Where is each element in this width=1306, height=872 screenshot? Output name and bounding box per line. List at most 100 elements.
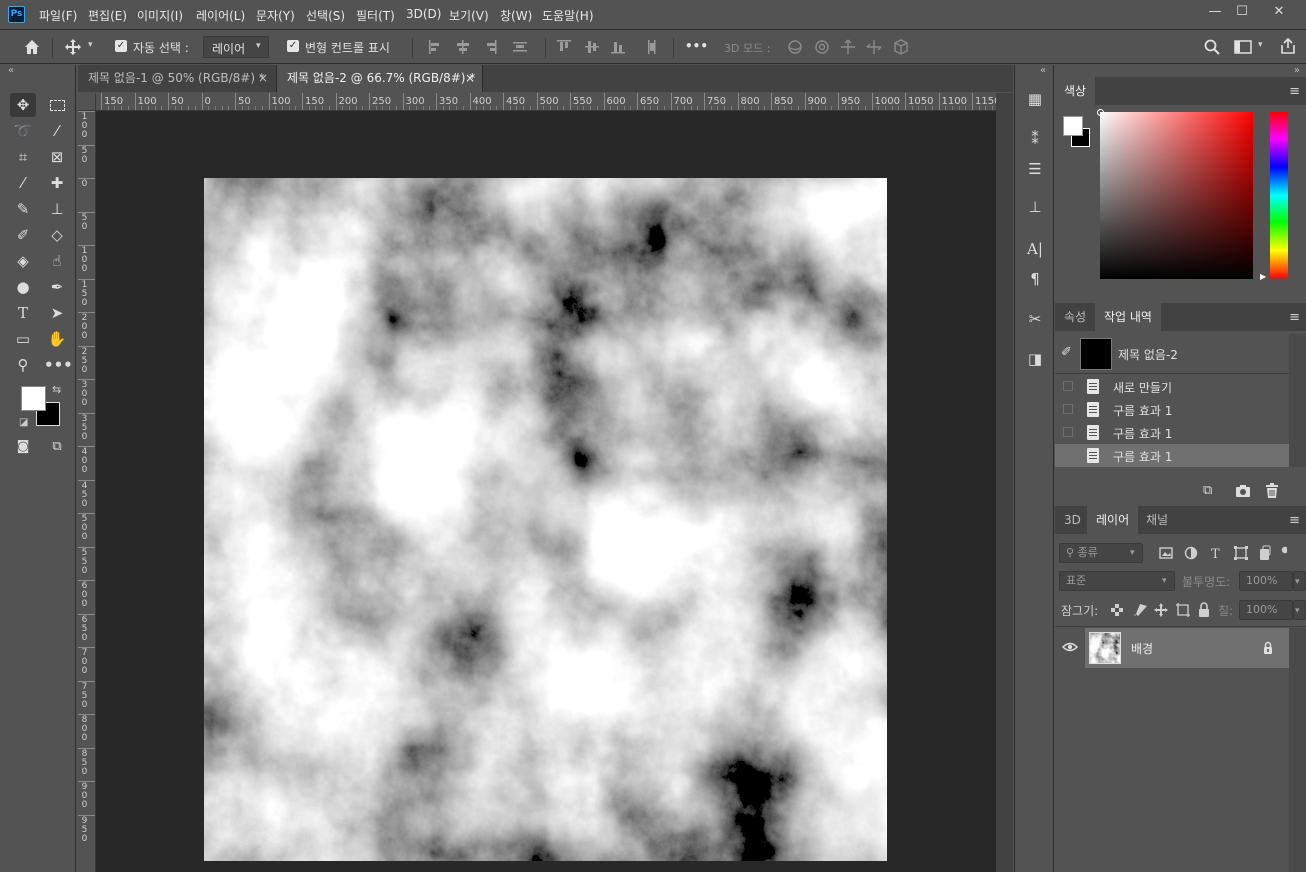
move-tool-icon[interactable]: ✥ (10, 93, 36, 117)
tab-properties[interactable]: 속성 (1055, 303, 1095, 331)
panel-menu-icon[interactable]: ≡ (1289, 310, 1300, 325)
move-tool-icon[interactable] (64, 38, 82, 56)
tab-color[interactable]: 색상 (1055, 77, 1096, 105)
3d-mode-icons[interactable] (785, 38, 913, 56)
healing-brush-icon[interactable]: ✚ (44, 171, 70, 195)
default-colors-icon[interactable]: ◪ (19, 417, 28, 428)
layer-filter-icons[interactable]: T (1159, 545, 1287, 561)
chevron-down-icon[interactable]: ▾ (1258, 40, 1263, 50)
paint-bucket-icon[interactable]: ◈ (10, 249, 36, 273)
close-icon[interactable]: × (258, 65, 268, 92)
workspace-icon[interactable] (1234, 39, 1252, 55)
vertical-ruler[interactable]: 100 50 0 50 100 150 200 250 300 350 400 450 500 550 60… (78, 111, 96, 872)
tab-history[interactable]: 작업 내역 (1095, 303, 1161, 331)
libraries-icon[interactable]: ▦ (1023, 87, 1047, 111)
expand-icon[interactable]: « (1040, 65, 1046, 76)
new-document-from-state-icon[interactable]: ⧉ (1203, 483, 1212, 498)
trash-icon[interactable] (1265, 483, 1279, 499)
color-picker-cursor[interactable] (1097, 109, 1104, 116)
maximize-button[interactable]: ☐ (1229, 2, 1255, 24)
collapse-icon[interactable]: « (8, 65, 14, 76)
chevron-down-icon[interactable]: ▾ (88, 40, 93, 50)
screen-mode-icon[interactable]: ⧉ (44, 435, 70, 459)
type-tool-icon[interactable]: T (10, 301, 36, 325)
menu-help[interactable]: 도움말(H) (542, 7, 594, 24)
opacity-dropdown[interactable]: ▾ (1293, 571, 1306, 591)
history-brush-icon[interactable]: ✐ (1061, 345, 1072, 360)
tools-icon[interactable]: ✂ (1023, 307, 1047, 331)
layers-scrollbar[interactable] (1289, 628, 1306, 872)
history-item[interactable]: 새로 만들기 (1055, 375, 1289, 398)
menu-layer[interactable]: 레이어(L) (196, 7, 245, 24)
close-icon[interactable]: × (465, 65, 475, 92)
share-icon[interactable] (1279, 37, 1297, 55)
foreground-color-swatch[interactable] (21, 386, 46, 411)
menu-3d[interactable]: 3D(D) (406, 7, 441, 21)
opacity-field[interactable]: 100% (1239, 571, 1293, 591)
brush-settings-icon[interactable]: ⁑ (1023, 127, 1047, 151)
collapse-icon[interactable]: » (1294, 65, 1300, 76)
crop-tool-icon[interactable]: ⌗ (10, 145, 36, 169)
blend-mode-dropdown[interactable]: 표준 ▾ (1059, 571, 1175, 591)
menu-edit[interactable]: 편집(E) (88, 7, 127, 24)
tab-3d[interactable]: 3D (1055, 506, 1090, 534)
panel-menu-icon[interactable]: ≡ (1289, 84, 1300, 99)
history-item[interactable]: 구름 효과 1 (1055, 421, 1289, 444)
more-options-button[interactable]: ••• (685, 39, 708, 53)
menu-image[interactable]: 이미지(I) (137, 7, 183, 24)
character-icon[interactable]: A| (1023, 237, 1047, 261)
lasso-tool-icon[interactable]: ➰ (10, 119, 36, 143)
menu-select[interactable]: 선택(S) (306, 7, 345, 24)
home-icon[interactable] (23, 38, 41, 56)
clone-stamp-icon[interactable]: ⊥ (44, 197, 70, 221)
transform-controls-checkbox[interactable]: ✓ (287, 40, 299, 52)
document-canvas[interactable] (204, 178, 887, 861)
canvas-area[interactable] (96, 111, 996, 872)
hue-slider[interactable] (1270, 112, 1288, 279)
close-button[interactable]: ✕ (1266, 2, 1292, 24)
swap-colors-icon[interactable]: ⇆ (52, 383, 61, 396)
visibility-toggle[interactable] (1055, 628, 1085, 668)
paragraph-icon[interactable]: ¶ (1023, 267, 1047, 291)
zoom-tool-icon[interactable]: ⚲ (10, 353, 36, 377)
fill-dropdown[interactable]: ▾ (1293, 600, 1306, 620)
tab-layers[interactable]: 레이어 (1087, 506, 1139, 534)
history-snapshot[interactable]: ✐ 제목 없음-2 (1055, 334, 1289, 374)
brush-icon[interactable]: ✎ (10, 197, 36, 221)
clone-source-icon[interactable]: ⊥ (1023, 195, 1047, 219)
adjustments-icon[interactable]: ☰ (1023, 157, 1047, 181)
rectangle-tool-icon[interactable]: ▭ (10, 327, 36, 351)
path-select-icon[interactable]: ➤ (44, 301, 70, 325)
menu-file[interactable]: 파일(F) (39, 7, 77, 24)
quick-mask-icon[interactable]: ◙ (10, 435, 36, 459)
ruler-origin[interactable] (78, 93, 96, 111)
smudge-icon[interactable]: ☝ (44, 249, 70, 273)
vertical-scrollbar[interactable] (996, 93, 1013, 872)
history-brush-icon[interactable]: ✐ (10, 223, 36, 247)
layer-filter-dropdown[interactable]: ⚲ 종류 ▾ (1059, 543, 1143, 563)
eraser-icon[interactable]: ◇ (44, 223, 70, 247)
magic-wand-icon[interactable]: ⁄ (44, 119, 70, 143)
distribute-icons[interactable] (556, 39, 666, 55)
navigator-icon[interactable]: ◨ (1023, 347, 1047, 371)
foreground-color-swatch[interactable] (1063, 116, 1083, 136)
marquee-tool-icon[interactable] (44, 93, 70, 117)
saturation-field[interactable] (1100, 112, 1253, 279)
camera-icon[interactable] (1235, 484, 1251, 498)
hue-slider-handle[interactable]: ▶ (1260, 272, 1266, 281)
menu-type[interactable]: 문자(Y) (256, 7, 295, 24)
auto-select-dropdown[interactable]: 레이어 ▾ (203, 36, 269, 58)
eyedropper-icon[interactable]: ⁄ (10, 171, 36, 195)
history-item[interactable]: 구름 효과 1 (1055, 398, 1289, 421)
history-scrollbar[interactable] (1289, 334, 1306, 467)
panel-menu-icon[interactable]: ≡ (1289, 513, 1300, 528)
horizontal-ruler[interactable]: 150 100 50 0 50 100 150 200 250 300 350 400 450 500 55… (96, 93, 996, 111)
pen-tool-icon[interactable]: ✒ (44, 275, 70, 299)
search-icon[interactable] (1203, 38, 1221, 56)
tab-channels[interactable]: 채널 (1137, 506, 1177, 534)
hand-tool-icon[interactable]: ✋ (44, 327, 70, 351)
menu-window[interactable]: 창(W) (500, 7, 532, 24)
align-icons[interactable] (427, 39, 537, 55)
document-tab-1[interactable]: 제목 없음-1 @ 50% (RGB/8#) * × (78, 65, 277, 92)
history-item-current[interactable]: 구름 효과 1 (1055, 444, 1289, 467)
